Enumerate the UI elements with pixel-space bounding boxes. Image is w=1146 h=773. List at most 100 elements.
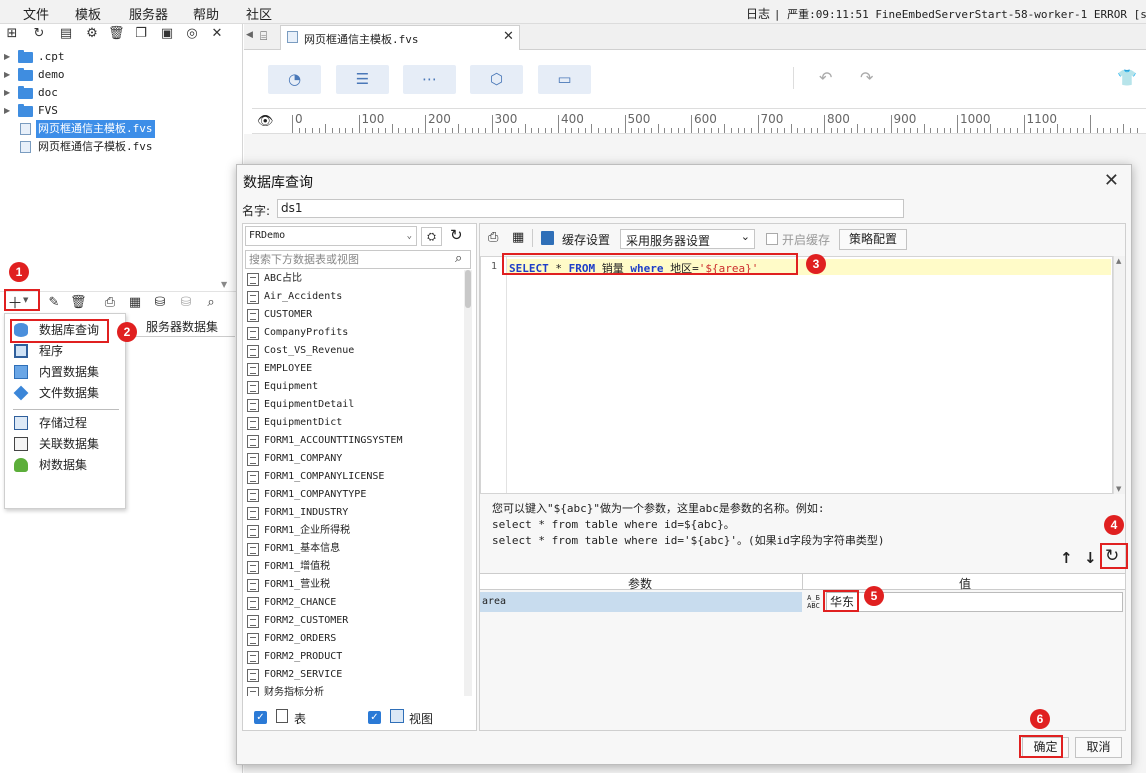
table-list-item[interactable]: 财务指标分析 (245, 684, 461, 696)
delete-dataset-icon[interactable]: 🗑 (70, 295, 87, 311)
menu-item-builtin-dataset[interactable]: 内置数据集 (5, 362, 125, 383)
sql-editor[interactable]: 1 SELECT * FROM 销量 where 地区='${area}' (480, 256, 1113, 494)
menu-item-tree-dataset[interactable]: 树数据集 (5, 455, 125, 476)
tab-main-template[interactable]: 网页框通信主模板.fvs ✕ (280, 25, 520, 50)
table-list-item[interactable]: FORM1_ACCOUNTTINGSYSTEM (245, 432, 461, 450)
panel-collapse-arrow-icon[interactable]: ▼ (221, 280, 227, 289)
menu-community[interactable]: 社区 (246, 4, 272, 23)
table-list-item[interactable]: FORM1_COMPANYLICENSE (245, 468, 461, 486)
tab-list-icon[interactable]: ⌸ (260, 29, 267, 44)
table-list-item[interactable]: FORM2_CHANCE (245, 594, 461, 612)
server-dataset-tab[interactable]: 服务器数据集 (127, 315, 235, 337)
table-list-item[interactable]: FORM2_ORDERS (245, 630, 461, 648)
table-list-scrollbar[interactable] (464, 270, 472, 696)
table-list-item[interactable]: FORM2_PRODUCT (245, 648, 461, 666)
chart-widget-button[interactable]: ◔ (268, 65, 321, 94)
menu-template[interactable]: 模板 (75, 4, 101, 23)
scroll-down-icon[interactable]: ▼ (1116, 485, 1121, 493)
table-filter-checkbox[interactable]: ✓ (254, 711, 267, 724)
table-list-item[interactable]: FORM2_SERVICE (245, 666, 461, 684)
table-list-item[interactable]: FORM1_企业所得税 (245, 522, 461, 540)
copy-icon[interactable]: ❐ (133, 26, 149, 42)
edit-file-icon[interactable]: ▤ (58, 26, 74, 42)
move-down-icon[interactable]: ↓ (1084, 549, 1097, 567)
move-up-icon[interactable]: ↑ (1060, 549, 1073, 567)
connection-select[interactable]: FRDemo ⌄ (245, 226, 417, 246)
tree-item-main-template[interactable]: 网页框通信主模板.fvs (0, 120, 243, 138)
component-widget-button[interactable]: ⬡ (470, 65, 523, 94)
collapse-icon[interactable]: ✕ (209, 26, 225, 42)
menu-server[interactable]: 服务器 (129, 4, 168, 23)
new-folder-icon[interactable]: ⊞ (4, 26, 20, 42)
undo-icon[interactable]: ↶ (819, 68, 832, 87)
db-table-icon[interactable]: ▦ (512, 230, 524, 245)
dataset-name-input[interactable]: ds1 (277, 199, 904, 218)
table-list-item[interactable]: ABC占比 (245, 270, 461, 288)
preview-icon[interactable]: ⎙ (488, 230, 498, 245)
tab-close-icon[interactable]: ✕ (503, 29, 514, 44)
scroll-up-icon[interactable]: ▲ (1116, 257, 1121, 265)
refresh-icon[interactable]: ↻ (31, 26, 47, 42)
enable-cache-checkbox[interactable] (766, 233, 778, 245)
table-list-item[interactable]: FORM1_增值税 (245, 558, 461, 576)
strategy-config-button[interactable]: 策略配置 (839, 229, 907, 250)
log-area[interactable]: 日志 | 严重:09:11:51 FineEmbedServerStart-58… (746, 5, 1146, 22)
database-icon[interactable]: ⛁ (152, 295, 168, 311)
table-list-item[interactable]: FORM1_INDUSTRY (245, 504, 461, 522)
menu-item-program[interactable]: 程序 (5, 341, 125, 362)
settings-file-icon[interactable]: ⚙ (84, 26, 100, 42)
tab-scroll-left-icon[interactable]: ◀ (246, 30, 253, 40)
refresh-connection-icon[interactable]: ↻ (450, 226, 463, 244)
string-type-icon[interactable]: A̲Ƃ ABC (803, 592, 824, 612)
table-search-input[interactable]: 搜索下方数据表或视图 (245, 250, 471, 269)
dialog-close-icon[interactable]: ✕ (1104, 170, 1119, 191)
expand-arrow-icon[interactable]: ▶ (4, 66, 10, 84)
connection-settings-icon[interactable]: ⛭ (421, 227, 442, 246)
theme-icon[interactable]: 👕 (1117, 68, 1137, 87)
menu-help[interactable]: 帮助 (193, 4, 219, 23)
table-list-item[interactable]: EquipmentDict (245, 414, 461, 432)
table-list-item[interactable]: EMPLOYEE (245, 360, 461, 378)
log-label[interactable]: 日志 (746, 7, 770, 21)
expand-arrow-icon[interactable]: ▶ (4, 48, 10, 66)
menu-file[interactable]: 文件 (23, 4, 49, 23)
table-list-item[interactable]: Equipment (245, 378, 461, 396)
edit-dataset-icon[interactable]: ✎ (46, 295, 62, 311)
table-list-item[interactable]: FORM2_CUSTOMER (245, 612, 461, 630)
container-widget-button[interactable]: ▭ (538, 65, 591, 94)
table-list-item[interactable]: FORM1_基本信息 (245, 540, 461, 558)
eye-icon[interactable]: 👁 (257, 114, 274, 129)
table-list-item[interactable]: FORM1_COMPANYTYPE (245, 486, 461, 504)
redo-icon[interactable]: ↷ (860, 68, 873, 87)
param-row[interactable]: area A̲Ƃ ABC 华东 (480, 592, 1125, 612)
delete-icon[interactable]: 🗑 (108, 26, 125, 42)
table-list-item[interactable]: FORM1_营业税 (245, 576, 461, 594)
dataset-settings-icon[interactable]: ▦ (127, 295, 143, 311)
lock-icon[interactable]: ▣ (159, 26, 175, 42)
search-icon[interactable]: ⌕ (203, 295, 219, 311)
menu-item-join-dataset[interactable]: 关联数据集 (5, 434, 125, 455)
tree-item-doc[interactable]: ▶ doc (0, 84, 243, 102)
tree-item-fvs[interactable]: ▶ FVS (0, 102, 243, 120)
menu-item-stored-procedure[interactable]: 存储过程 (5, 413, 125, 434)
sql-editor-scrollbar[interactable]: ▲ ▼ (1113, 256, 1125, 494)
more-widget-button[interactable]: ⋯ (403, 65, 456, 94)
cancel-button[interactable]: 取消 (1075, 737, 1122, 758)
tree-item-cpt[interactable]: ▶ .cpt (0, 48, 243, 66)
table-list-item[interactable]: CompanyProfits (245, 324, 461, 342)
cache-mode-select[interactable]: 采用服务器设置 ⌄ (620, 229, 755, 249)
scrollbar-thumb[interactable] (465, 270, 471, 308)
preview-dataset-icon[interactable]: ⎙ (102, 295, 118, 311)
table-widget-button[interactable]: ☰ (336, 65, 389, 94)
search-icon[interactable]: ⌕ (455, 251, 462, 266)
expand-arrow-icon[interactable]: ▶ (4, 102, 10, 120)
locate-icon[interactable]: ◎ (184, 26, 200, 42)
tree-item-demo[interactable]: ▶ demo (0, 66, 243, 84)
table-list-item[interactable]: Air_Accidents (245, 288, 461, 306)
table-list-item[interactable]: Cost_VS_Revenue (245, 342, 461, 360)
menu-item-file-dataset[interactable]: 文件数据集 (5, 383, 125, 404)
table-list-item[interactable]: EquipmentDetail (245, 396, 461, 414)
tree-item-sub-template[interactable]: 网页框通信子模板.fvs (0, 138, 243, 156)
view-filter-checkbox[interactable]: ✓ (368, 711, 381, 724)
param-name-cell[interactable]: area (480, 592, 802, 612)
